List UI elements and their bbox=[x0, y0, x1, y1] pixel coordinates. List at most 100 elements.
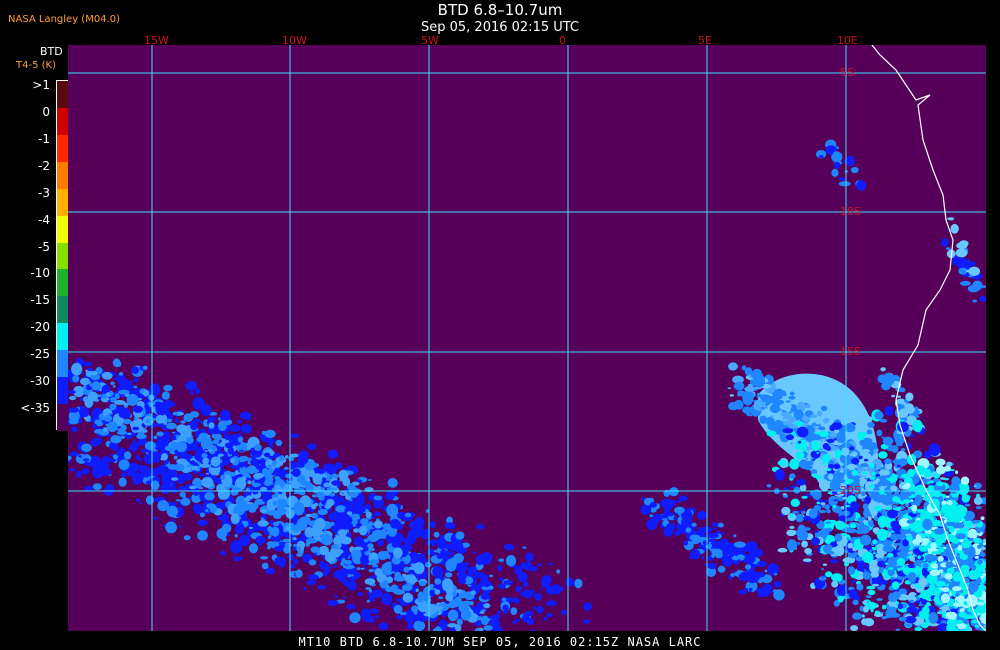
cloud-fragment bbox=[392, 547, 403, 559]
cloud-fragment bbox=[300, 492, 306, 495]
cloud-fragment bbox=[161, 453, 168, 461]
cloud-fragment bbox=[246, 495, 254, 500]
cloud-fragment bbox=[968, 580, 979, 593]
cloud-fragment bbox=[237, 419, 243, 424]
cloud-fragment bbox=[957, 595, 965, 604]
cloud-fragment bbox=[82, 458, 90, 462]
cloud-fragment bbox=[110, 404, 116, 411]
map-title: BTD 6.8–10.7um bbox=[437, 1, 563, 19]
cloud-fragment bbox=[105, 392, 111, 397]
cloud-fragment bbox=[373, 520, 382, 529]
cloud-fragment bbox=[433, 549, 440, 553]
cloud-fragment bbox=[728, 362, 738, 371]
cloud-fragment bbox=[543, 616, 548, 621]
cloud-fragment bbox=[672, 522, 676, 524]
cloud-fragment bbox=[312, 473, 323, 485]
cloud-fragment bbox=[283, 545, 291, 554]
cloud-fragment bbox=[855, 478, 861, 483]
cloud-fragment bbox=[974, 575, 979, 580]
cloud-fragment bbox=[160, 466, 167, 473]
cloud-fragment bbox=[425, 561, 432, 568]
cloud-fragment bbox=[189, 420, 199, 431]
cloud-fragment bbox=[773, 407, 779, 412]
cloud-fragment bbox=[858, 467, 866, 472]
cloud-fragment bbox=[316, 468, 326, 474]
cloud-fragment bbox=[214, 451, 219, 454]
cloud-fragment bbox=[367, 562, 375, 566]
cloud-fragment bbox=[314, 517, 326, 530]
cloud-fragment bbox=[472, 551, 477, 554]
cloud-fragment bbox=[433, 531, 440, 538]
cloud-fragment bbox=[354, 504, 366, 514]
cloud-fragment bbox=[180, 497, 191, 506]
cloud-fragment bbox=[488, 585, 494, 590]
cloud-fragment bbox=[955, 470, 959, 475]
cloud-fragment bbox=[136, 433, 147, 440]
cloud-fragment bbox=[348, 486, 359, 499]
cloud-fragment bbox=[757, 593, 765, 598]
cloud-fragment bbox=[811, 440, 821, 452]
cloud-fragment bbox=[132, 405, 143, 413]
cloud-fragment bbox=[641, 497, 645, 501]
cloud-fragment bbox=[337, 558, 342, 561]
cloud-fragment bbox=[97, 394, 102, 397]
cloud-fragment bbox=[848, 589, 858, 599]
cloud-fragment bbox=[943, 477, 950, 481]
cloud-fragment bbox=[666, 512, 674, 517]
cloud-fragment bbox=[697, 527, 705, 536]
cloud-fragment bbox=[378, 622, 389, 631]
cloud-fragment bbox=[72, 375, 80, 383]
cloud-fragment bbox=[142, 365, 148, 370]
cloud-fragment bbox=[100, 460, 104, 464]
legend-label: -10 bbox=[30, 266, 50, 281]
cloud-fragment bbox=[290, 433, 300, 438]
cloud-fragment bbox=[838, 177, 846, 181]
cloud-fragment bbox=[863, 458, 869, 462]
cloud-fragment bbox=[393, 604, 403, 614]
cloud-fragment bbox=[954, 504, 967, 519]
cloud-fragment bbox=[943, 569, 948, 573]
cloud-fragment bbox=[447, 623, 458, 628]
cloud-fragment bbox=[906, 589, 910, 592]
cloud-fragment bbox=[827, 491, 832, 495]
legend-label: -3 bbox=[38, 185, 50, 200]
cloud-fragment bbox=[254, 444, 262, 451]
cloud-fragment bbox=[275, 557, 285, 565]
cloud-fragment bbox=[847, 542, 854, 549]
cloud-fragment bbox=[898, 555, 903, 559]
cloud-fragment bbox=[957, 619, 963, 625]
cloud-fragment bbox=[132, 426, 140, 431]
cloud-fragment bbox=[429, 520, 437, 529]
cloud-fragment bbox=[149, 383, 161, 396]
cloud-fragment bbox=[922, 518, 933, 530]
cloud-fragment bbox=[849, 523, 857, 529]
cloud-fragment bbox=[888, 567, 894, 570]
cloud-fragment bbox=[394, 571, 402, 579]
cloud-fragment bbox=[848, 566, 856, 575]
cloud-fragment bbox=[952, 572, 962, 582]
cloud-fragment bbox=[230, 457, 235, 463]
cloud-fragment bbox=[733, 570, 737, 573]
cloud-fragment bbox=[798, 478, 805, 485]
cloud-fragment bbox=[891, 581, 900, 590]
cloud-fragment bbox=[386, 490, 395, 501]
cloud-fragment bbox=[748, 547, 755, 555]
cloud-fragment bbox=[539, 588, 543, 591]
cloud-fragment bbox=[238, 538, 243, 541]
cloud-fragment bbox=[423, 612, 433, 617]
cloud-fragment bbox=[403, 536, 416, 545]
cloud-fragment bbox=[803, 515, 811, 521]
cloud-fragment bbox=[980, 516, 985, 521]
cloud-fragment bbox=[889, 611, 895, 615]
cloud-fragment bbox=[876, 598, 883, 601]
cloud-fragment bbox=[711, 553, 715, 558]
cloud-fragment bbox=[186, 436, 194, 444]
cloud-fragment bbox=[804, 548, 812, 554]
cloud-fragment bbox=[69, 395, 77, 401]
cloud-fragment bbox=[364, 578, 376, 585]
cloud-fragment bbox=[747, 569, 756, 576]
cloud-fragment bbox=[801, 495, 808, 499]
cloud-fragment bbox=[891, 591, 901, 600]
cloud-fragment bbox=[68, 407, 80, 413]
cloud-fragment bbox=[850, 625, 859, 631]
